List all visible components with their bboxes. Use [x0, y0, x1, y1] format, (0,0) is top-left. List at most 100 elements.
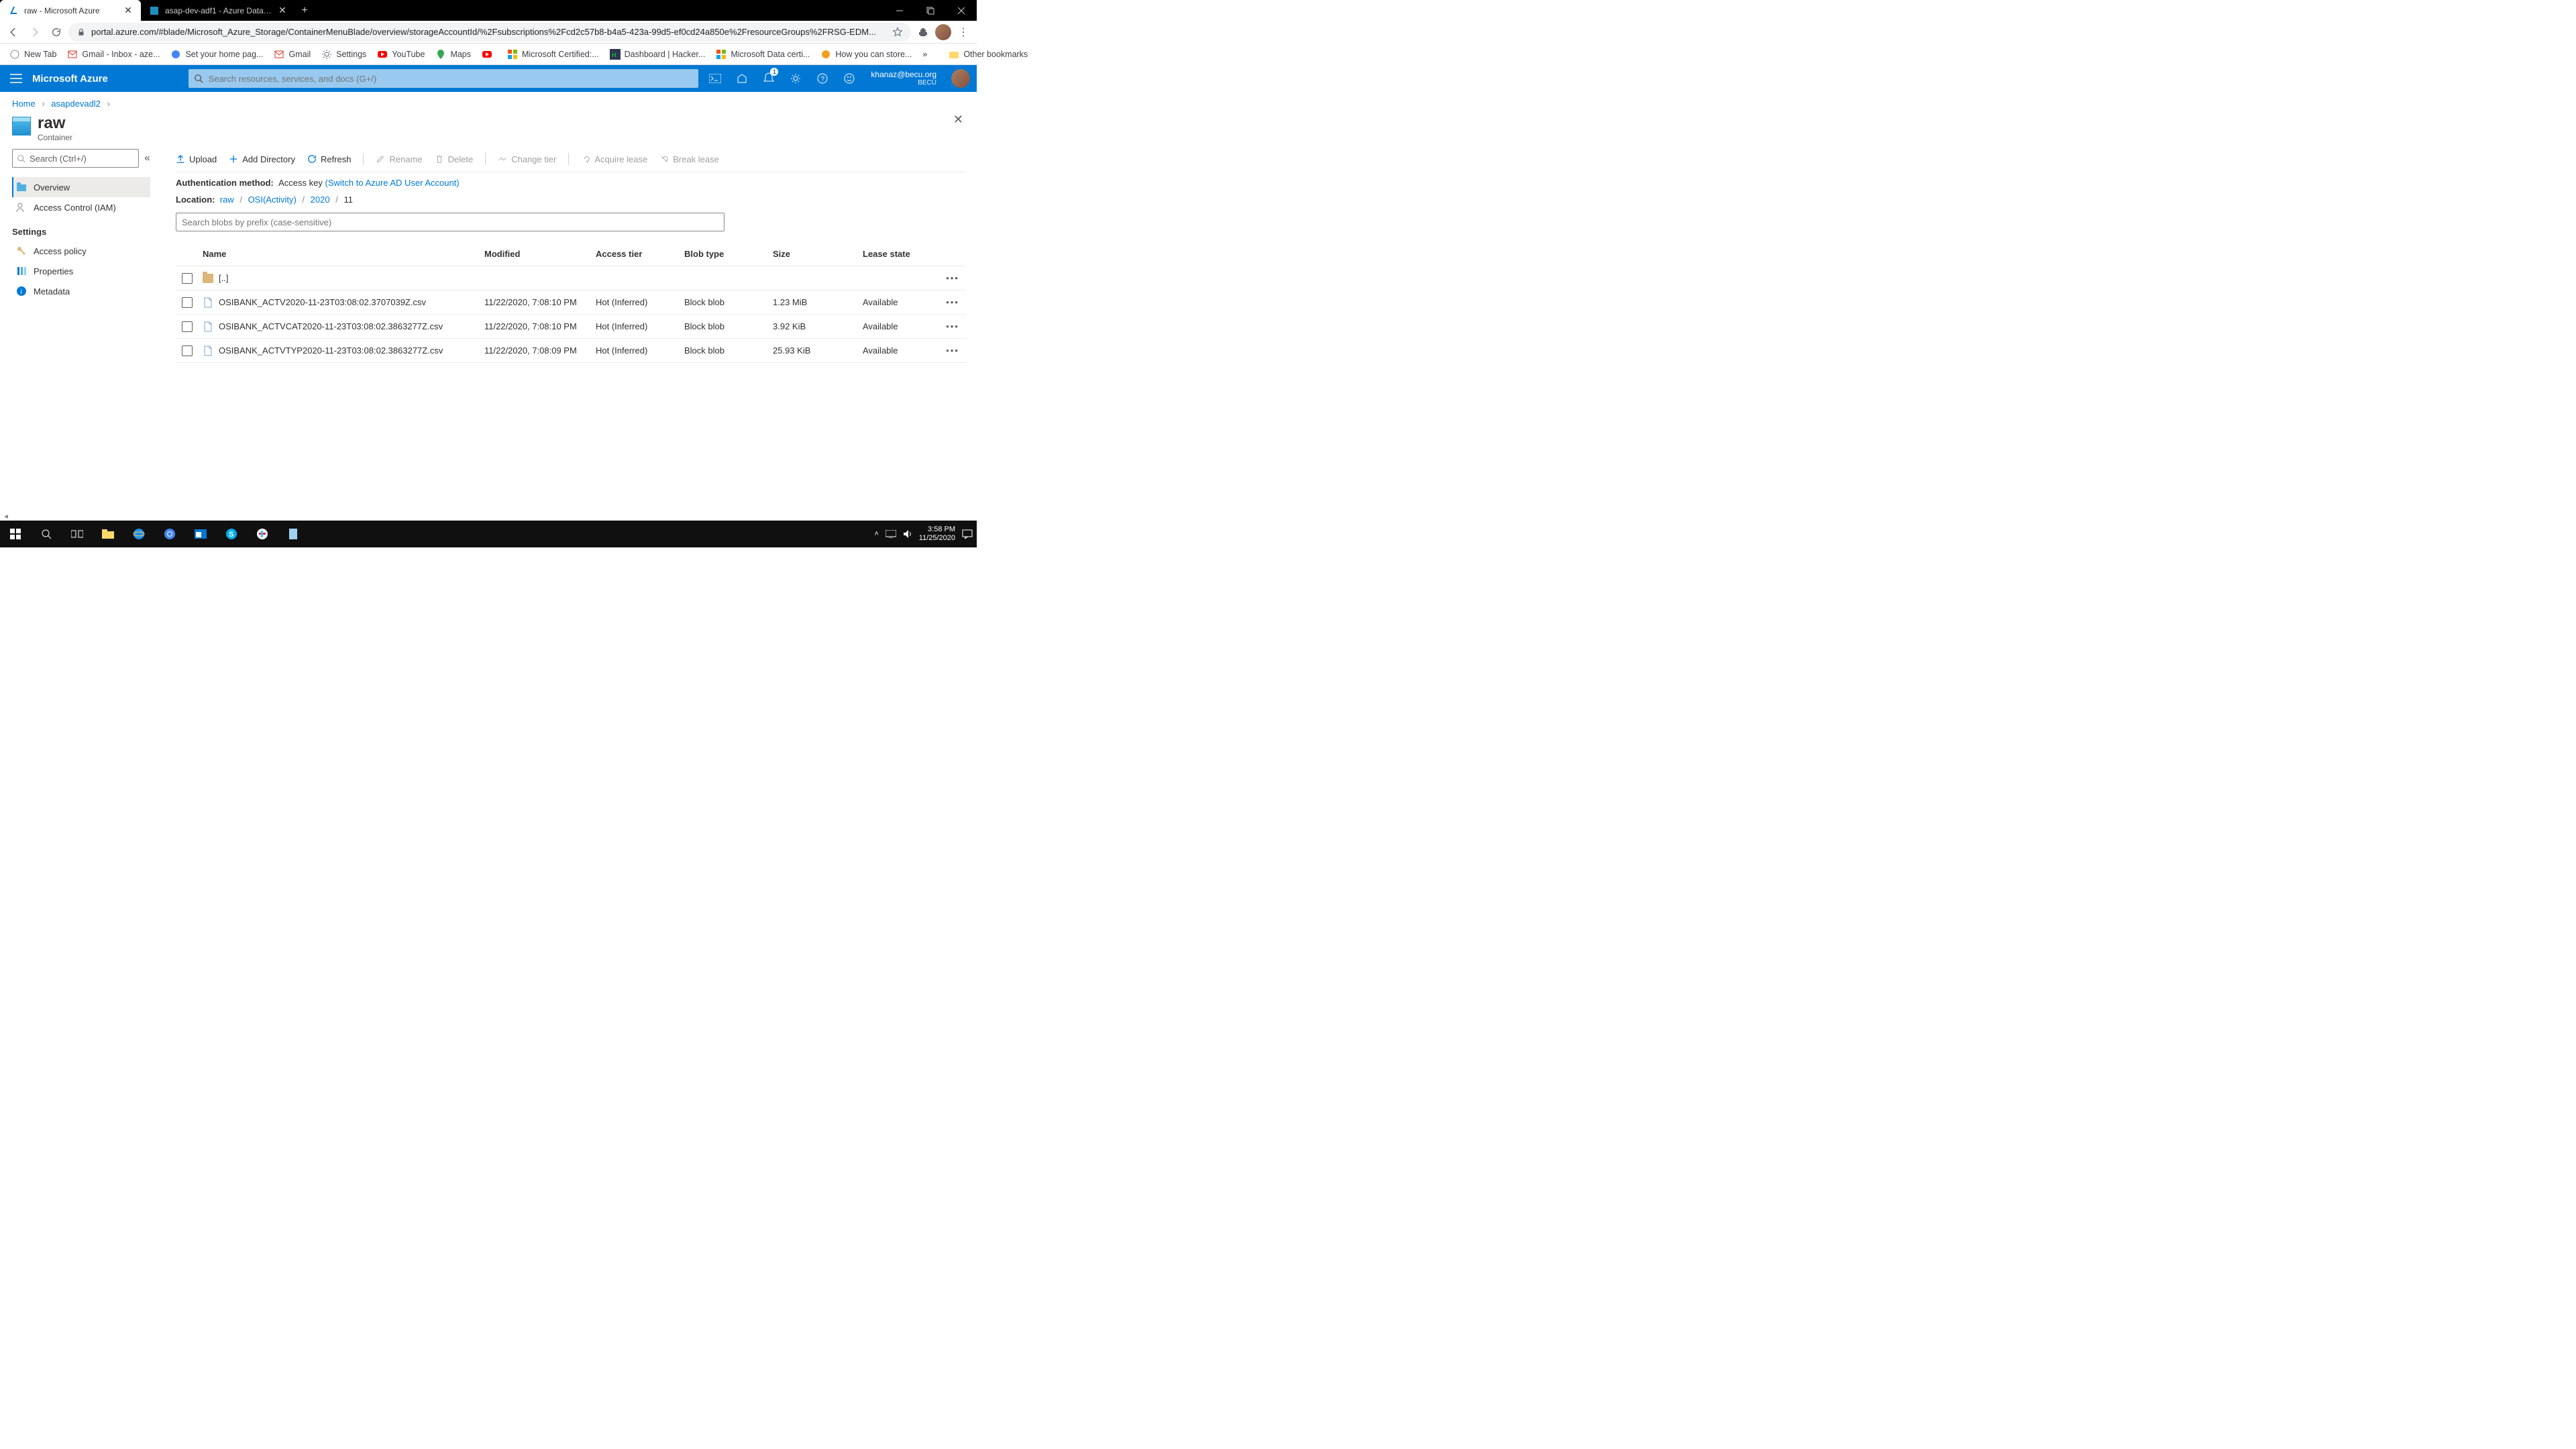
bookmark-homepage[interactable]: Set your home pag...: [166, 49, 267, 60]
portal-menu-button[interactable]: [0, 74, 32, 83]
row-name[interactable]: OSIBANK_ACTVTYP2020-11-23T03:08:02.38632…: [219, 345, 443, 356]
row-name[interactable]: [..]: [219, 273, 228, 283]
extensions-button[interactable]: [914, 23, 932, 42]
bookmark-youtube[interactable]: YouTube: [373, 49, 429, 60]
bookmark-yt2[interactable]: [478, 49, 500, 60]
tray-chevron-icon[interactable]: ˄: [874, 530, 878, 538]
path-osi[interactable]: OSI(Activity): [248, 195, 297, 205]
row-checkbox[interactable]: [182, 297, 193, 308]
bookmark-newtab[interactable]: New Tab: [5, 49, 60, 60]
slack-button[interactable]: [247, 521, 278, 547]
col-name[interactable]: Name: [199, 249, 480, 259]
row-menu-button[interactable]: •••: [939, 345, 966, 356]
close-window-button[interactable]: [946, 0, 977, 21]
table-row[interactable]: OSIBANK_ACTVTYP2020-11-23T03:08:02.38632…: [176, 339, 966, 363]
volume-icon[interactable]: [903, 529, 912, 539]
row-menu-button[interactable]: •••: [939, 273, 966, 283]
start-button[interactable]: [0, 521, 31, 547]
notifications-button[interactable]: 1: [755, 65, 782, 92]
col-tier[interactable]: Access tier: [592, 249, 680, 259]
bookmark-maps[interactable]: Maps: [431, 49, 475, 60]
forward-button[interactable]: [25, 23, 44, 42]
table-row[interactable]: [..] •••: [176, 266, 966, 290]
profile-avatar[interactable]: [935, 24, 951, 40]
col-size[interactable]: Size: [769, 249, 859, 259]
tab-azure-portal[interactable]: raw - Microsoft Azure ✕: [0, 0, 141, 21]
col-type[interactable]: Blob type: [680, 249, 769, 259]
close-blade-button[interactable]: ✕: [953, 113, 963, 127]
other-bookmarks[interactable]: Other bookmarks: [945, 49, 1032, 60]
bookmark-ms-certified[interactable]: Microsoft Certified:...: [503, 49, 603, 60]
ie-button[interactable]: [123, 521, 154, 547]
reload-button[interactable]: [47, 23, 66, 42]
help-button[interactable]: ?: [809, 65, 836, 92]
directories-button[interactable]: [729, 65, 755, 92]
rename-button[interactable]: Rename: [376, 154, 422, 164]
refresh-button[interactable]: Refresh: [307, 154, 352, 164]
row-checkbox[interactable]: [182, 273, 193, 284]
outlook-button[interactable]: [185, 521, 216, 547]
account-info[interactable]: khanaz@becu.org BECU: [863, 70, 945, 87]
url-box[interactable]: portal.azure.com/#blade/Microsoft_Azure_…: [68, 23, 911, 42]
bookmark-ms-data[interactable]: Microsoft Data certi...: [712, 49, 814, 60]
row-name[interactable]: OSIBANK_ACTV2020-11-23T03:08:02.3707039Z…: [219, 297, 426, 307]
path-2020[interactable]: 2020: [311, 195, 330, 205]
star-icon[interactable]: [892, 27, 903, 38]
bookmark-settings[interactable]: Settings: [317, 49, 370, 60]
nav-metadata[interactable]: i Metadata: [12, 281, 150, 301]
nav-access-policy[interactable]: Access policy: [12, 241, 150, 261]
bookmark-hacker[interactable]: HDashboard | Hacker...: [606, 49, 710, 60]
action-center-icon[interactable]: [962, 529, 973, 539]
blob-search-input[interactable]: [176, 213, 724, 231]
acquire-lease-button[interactable]: Acquire lease: [581, 154, 647, 164]
nav-properties[interactable]: Properties: [12, 261, 150, 281]
minimize-button[interactable]: [884, 0, 915, 21]
collapse-nav-button[interactable]: «: [144, 152, 150, 164]
nav-access-control[interactable]: Access Control (IAM): [12, 197, 150, 217]
change-tier-button[interactable]: Change tier: [498, 154, 556, 164]
switch-auth-link[interactable]: (Switch to Azure AD User Account): [325, 178, 460, 188]
hscroll-indicator[interactable]: ◄: [3, 513, 9, 521]
account-avatar[interactable]: [951, 69, 970, 88]
skype-button[interactable]: S: [216, 521, 247, 547]
row-checkbox[interactable]: [182, 321, 193, 332]
nav-overview[interactable]: Overview: [12, 177, 150, 197]
table-row[interactable]: OSIBANK_ACTVCAT2020-11-23T03:08:02.38632…: [176, 315, 966, 339]
feedback-button[interactable]: [836, 65, 863, 92]
clock[interactable]: 3:58 PM 11/25/2020: [919, 525, 955, 543]
close-icon[interactable]: ✕: [123, 6, 133, 15]
break-lease-button[interactable]: Break lease: [659, 154, 719, 164]
azure-brand[interactable]: Microsoft Azure: [32, 73, 189, 85]
chrome-button[interactable]: [154, 521, 185, 547]
row-menu-button[interactable]: •••: [939, 321, 966, 331]
bookmark-gmail-inbox[interactable]: Gmail - Inbox - aze...: [63, 49, 164, 60]
upload-button[interactable]: Upload: [176, 154, 217, 164]
bookmark-overflow[interactable]: »: [918, 50, 931, 59]
task-view-button[interactable]: [62, 521, 93, 547]
row-name[interactable]: OSIBANK_ACTVCAT2020-11-23T03:08:02.38632…: [219, 321, 443, 331]
breadcrumb-parent[interactable]: asapdevadl2: [51, 99, 101, 109]
delete-button[interactable]: Delete: [435, 154, 474, 164]
chrome-menu-button[interactable]: ⋮: [954, 23, 973, 42]
row-checkbox[interactable]: [182, 345, 193, 356]
table-row[interactable]: OSIBANK_ACTV2020-11-23T03:08:02.3707039Z…: [176, 290, 966, 315]
bookmark-store[interactable]: How you can store...: [816, 49, 916, 60]
path-raw[interactable]: raw: [220, 195, 234, 205]
bookmark-gmail[interactable]: Gmail: [270, 49, 315, 60]
settings-button[interactable]: [782, 65, 809, 92]
display-icon[interactable]: [885, 530, 896, 538]
notepad-button[interactable]: [278, 521, 309, 547]
new-tab-button[interactable]: +: [295, 0, 314, 21]
nav-search[interactable]: Search (Ctrl+/): [12, 149, 139, 168]
col-lease[interactable]: Lease state: [859, 249, 939, 259]
back-button[interactable]: [4, 23, 23, 42]
col-modified[interactable]: Modified: [480, 249, 592, 259]
row-menu-button[interactable]: •••: [939, 297, 966, 307]
close-icon[interactable]: ✕: [278, 6, 287, 15]
add-directory-button[interactable]: Add Directory: [229, 154, 295, 164]
file-explorer-button[interactable]: [93, 521, 123, 547]
cloud-shell-button[interactable]: [702, 65, 729, 92]
azure-search[interactable]: [189, 69, 698, 88]
breadcrumb-home[interactable]: Home: [12, 99, 36, 109]
search-button[interactable]: [31, 521, 62, 547]
